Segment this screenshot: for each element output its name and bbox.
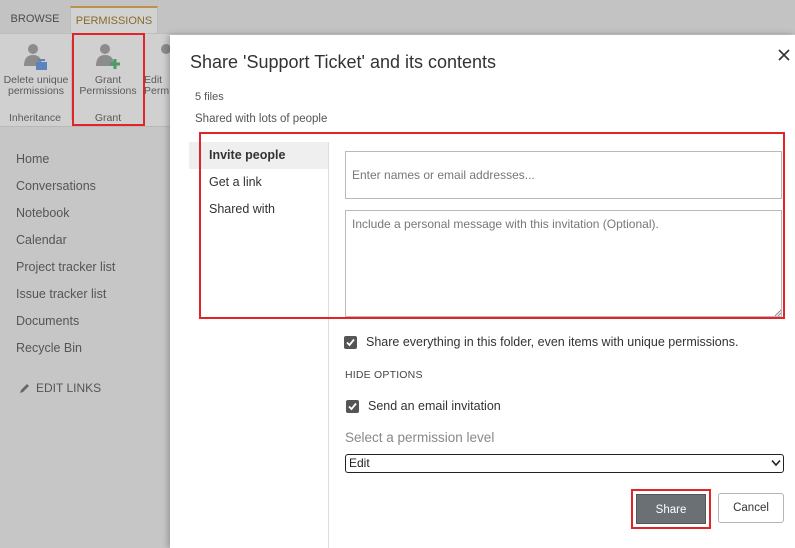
nav-item-home[interactable]: Home	[16, 150, 115, 177]
pencil-icon	[20, 383, 29, 393]
close-icon[interactable]	[777, 48, 791, 62]
nav-item-conversations[interactable]: Conversations	[16, 177, 115, 204]
permission-level-value: Edit	[349, 456, 370, 470]
share-everything-option: Share everything in this folder, even it…	[344, 335, 738, 349]
invite-highlight-box	[199, 132, 785, 319]
ribbon-group-inheritance: Inheritance	[9, 112, 61, 124]
dialog-title: Share 'Support Ticket' and its contents	[190, 52, 497, 72]
nav-item-notebook[interactable]: Notebook	[16, 204, 115, 231]
nav-item-documents[interactable]: Documents	[16, 312, 115, 339]
checkmark-icon	[348, 402, 357, 410]
share-button[interactable]: Share	[636, 494, 706, 524]
delete-unique-permissions-label: Delete unique permissions	[3, 74, 69, 97]
edit-links[interactable]: EDIT LINKS	[18, 381, 101, 395]
cancel-button[interactable]: Cancel	[718, 493, 784, 523]
shared-with-summary[interactable]: Shared with lots of people	[195, 113, 327, 125]
share-dialog: Share 'Support Ticket' and its contents …	[170, 35, 795, 548]
nav-item-calendar[interactable]: Calendar	[16, 231, 115, 258]
nav-item-project-tracker[interactable]: Project tracker list	[16, 258, 115, 285]
send-email-label: Send an email invitation	[368, 399, 501, 413]
grant-highlight-box	[72, 33, 145, 126]
left-navigation: Home Conversations Notebook Calendar Pro…	[16, 150, 115, 366]
ribbon-tabs: BROWSE PERMISSIONS	[0, 0, 795, 33]
edit-permissions-label: Edit Perm	[144, 74, 170, 97]
send-email-checkbox[interactable]	[346, 399, 359, 413]
edit-links-label: EDIT LINKS	[36, 381, 102, 395]
share-everything-label: Share everything in this folder, even it…	[366, 335, 739, 349]
nav-item-issue-tracker[interactable]: Issue tracker list	[16, 285, 115, 312]
send-email-option: Send an email invitation	[346, 399, 501, 413]
chevron-down-icon	[771, 459, 781, 467]
hide-options-link[interactable]: HIDE OPTIONS	[345, 369, 423, 381]
tab-browse[interactable]: BROWSE	[0, 6, 70, 33]
share-everything-checkbox[interactable]	[344, 335, 357, 349]
files-count: 5 files	[195, 91, 224, 103]
tab-permissions[interactable]: PERMISSIONS	[70, 6, 158, 33]
users-delete-icon	[24, 44, 47, 70]
nav-item-recycle-bin[interactable]: Recycle Bin	[16, 339, 115, 366]
permission-level-label: Select a permission level	[345, 430, 495, 445]
delete-unique-permissions-button[interactable]: Delete unique permissions	[0, 40, 72, 97]
checkmark-icon	[346, 338, 355, 346]
permission-level-select[interactable]: Edit	[345, 454, 784, 473]
